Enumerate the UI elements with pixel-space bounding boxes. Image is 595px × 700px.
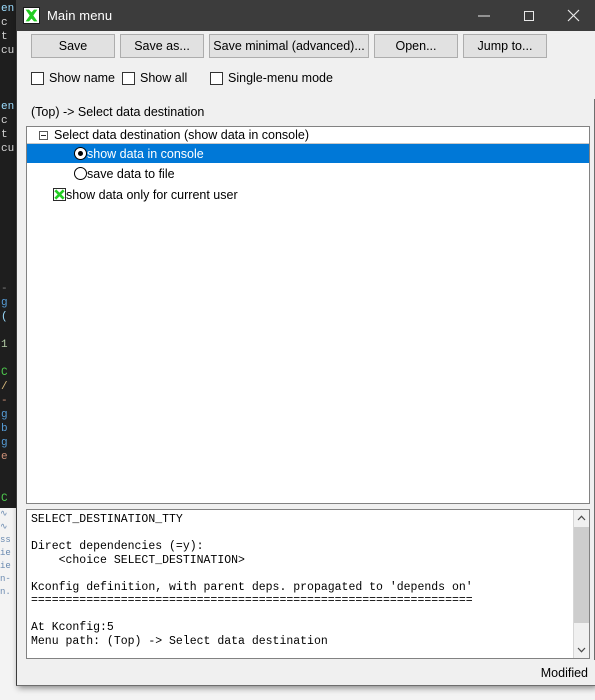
code-line: -	[1, 283, 8, 295]
window-title: Main menu	[47, 8, 113, 23]
background-minimap: ∿ ∿ ss ie ie n- n.	[0, 509, 11, 597]
background-code-lines: en c t cu en c t cu - g ( 1 C / - g b g …	[0, 2, 16, 506]
code-line: en	[1, 3, 15, 15]
code-line: /	[1, 381, 8, 393]
show-name-label: Show name	[49, 71, 116, 85]
code-line: g	[1, 297, 8, 309]
status-badge: Modified	[540, 665, 588, 680]
list-item-label: save data to file	[87, 166, 175, 181]
table-row[interactable]: show data only for current user	[27, 185, 589, 204]
open-button[interactable]: Open...	[374, 34, 458, 58]
scrollbar-vertical[interactable]	[573, 510, 589, 658]
save-button-label: Save	[58, 39, 88, 53]
window-titlebar[interactable]: Main menu	[17, 0, 595, 31]
code-line: cu	[1, 143, 15, 155]
show-all-checkbox[interactable]: Show all	[122, 71, 187, 85]
chevron-down-icon[interactable]	[574, 642, 589, 658]
code-line: 1	[1, 339, 8, 351]
action-toolbar: Save Save as... Save minimal (advanced).…	[17, 31, 595, 62]
table-row[interactable]: show data in console	[27, 144, 589, 163]
list-item-label: show data only for current user	[66, 187, 238, 202]
config-tree-panel[interactable]: Select data destination (show data in co…	[26, 126, 590, 504]
show-name-checkbox[interactable]: Show name	[31, 71, 115, 85]
save-minimal-advanced-button-label: Save minimal (advanced)...	[213, 39, 365, 53]
open-button-label: Open...	[395, 39, 437, 53]
code-line: en	[1, 101, 15, 113]
tree-group-header-label: Select data destination (show data in co…	[54, 128, 310, 142]
breadcrumb: (Top) -> Select data destination	[31, 105, 205, 119]
code-line: C	[1, 493, 8, 505]
radio-button-icon[interactable]	[74, 147, 87, 160]
save-as-button[interactable]: Save as...	[120, 34, 204, 58]
save-as-button-label: Save as...	[134, 39, 190, 53]
view-options-row: Show name Show all Single-menu mode	[17, 62, 595, 99]
save-button[interactable]: Save	[31, 34, 115, 58]
code-line: e	[1, 451, 8, 463]
code-line: (	[1, 311, 8, 323]
code-line: -	[1, 395, 8, 407]
minimize-icon[interactable]	[461, 0, 506, 31]
checkbox-icon	[122, 71, 135, 85]
show-all-label: Show all	[140, 71, 188, 85]
single-menu-mode-checkbox[interactable]: Single-menu mode	[210, 71, 333, 85]
radio-button-icon[interactable]	[74, 167, 87, 180]
table-row[interactable]: save data to file	[27, 164, 589, 183]
checkbox-checked-x-icon[interactable]	[53, 188, 66, 201]
collapse-minus-icon[interactable]	[39, 130, 48, 140]
code-line: c	[1, 115, 8, 127]
jump-to-button-label: Jump to...	[477, 39, 533, 53]
list-item-label: show data in console	[87, 146, 204, 161]
code-line: cu	[1, 45, 15, 57]
main-menu-window: Main menu Save Save as... Save minimal (…	[16, 0, 595, 686]
code-line: g	[1, 437, 8, 449]
green-x-icon	[22, 6, 40, 25]
code-line: c	[1, 17, 8, 29]
help-text: SELECT_DESTINATION_TTY Direct dependenci…	[31, 513, 473, 648]
maximize-icon[interactable]	[506, 0, 551, 31]
tree-group-header[interactable]: Select data destination (show data in co…	[27, 127, 589, 144]
chevron-up-icon[interactable]	[574, 510, 589, 526]
code-line: b	[1, 423, 8, 435]
save-minimal-advanced-button[interactable]: Save minimal (advanced)...	[209, 34, 369, 58]
help-text-panel[interactable]: SELECT_DESTINATION_TTY Direct dependenci…	[26, 509, 590, 659]
checkbox-icon	[210, 71, 223, 85]
statusbar: Modified	[17, 660, 595, 685]
code-line: t	[1, 129, 8, 141]
code-line: g	[1, 409, 8, 421]
close-icon[interactable]	[551, 0, 595, 31]
code-line: t	[1, 31, 8, 43]
single-menu-mode-label: Single-menu mode	[228, 71, 333, 85]
code-line: C	[1, 367, 8, 379]
scrollbar-thumb[interactable]	[574, 527, 589, 623]
checkbox-icon	[31, 71, 44, 85]
jump-to-button[interactable]: Jump to...	[463, 34, 547, 58]
